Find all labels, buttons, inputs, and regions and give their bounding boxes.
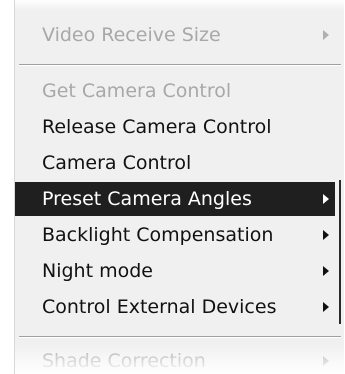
menu-item-label: Get Camera Control: [42, 80, 232, 102]
menu-item-shade-correction: Shade Correction: [15, 344, 344, 374]
menu-item-camera-control[interactable]: Camera Control: [15, 146, 344, 180]
menu-item-label: Night mode: [42, 260, 153, 282]
menu-item-label: Backlight Compensation: [42, 224, 274, 246]
menu-item-label: Camera Control: [42, 152, 192, 174]
menu-item-label: Video Receive Size: [42, 24, 221, 46]
chevron-right-icon: [323, 230, 329, 240]
chevron-right-icon: [323, 266, 329, 276]
menu-item-label: Shade Correction: [42, 350, 206, 372]
menu-item-night-mode[interactable]: Night mode: [15, 254, 344, 288]
submenu-edge: [339, 180, 341, 324]
chevron-right-icon: [323, 302, 329, 312]
menu-item-release-camera-control[interactable]: Release Camera Control: [15, 110, 344, 144]
menu-item-backlight-compensation[interactable]: Backlight Compensation: [15, 218, 344, 252]
menu-item-video-receive-size: Video Receive Size: [15, 18, 344, 52]
chevron-right-icon: [323, 30, 329, 40]
menu-item-label: Control External Devices: [42, 296, 277, 318]
menu-item-preset-camera-angles[interactable]: Preset Camera Angles: [15, 182, 335, 216]
menu-item-get-camera-control: Get Camera Control: [15, 74, 344, 108]
menu-item-label: Preset Camera Angles: [42, 188, 252, 210]
chevron-right-icon: [323, 356, 329, 366]
menu-separator: [19, 336, 341, 338]
menu-item-control-external-devices[interactable]: Control External Devices: [15, 290, 344, 324]
chevron-right-icon: [323, 194, 329, 204]
menu-item-label: Release Camera Control: [42, 116, 272, 138]
menu-separator: [19, 64, 341, 66]
context-menu: Video Receive Size Get Camera Control Re…: [14, 0, 344, 374]
